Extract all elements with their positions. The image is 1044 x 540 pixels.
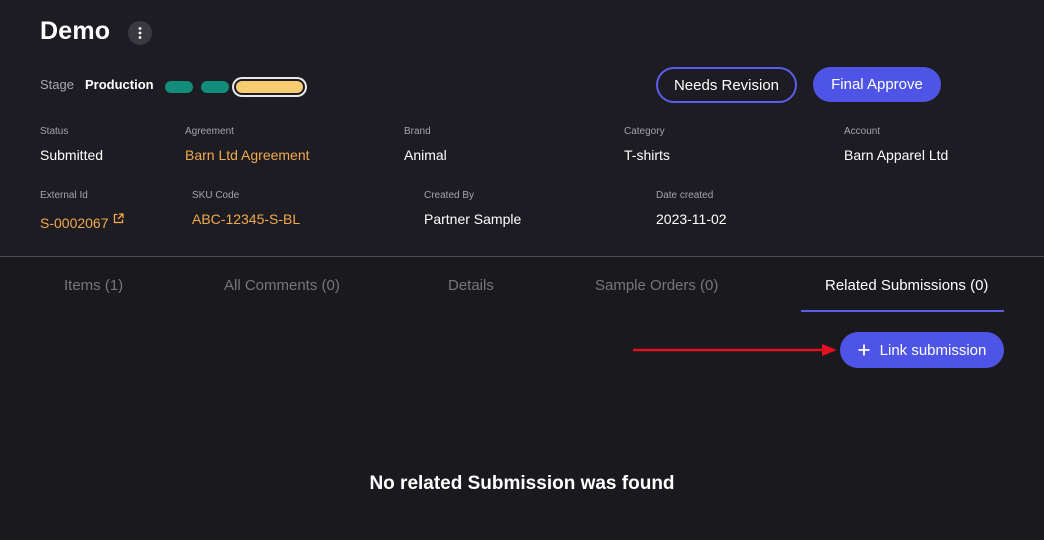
plus-icon: [858, 344, 870, 356]
field-account: Account Barn Apparel Ltd: [844, 126, 948, 164]
field-category: Category T-shirts: [624, 126, 670, 164]
link-submission-label: Link submission: [879, 341, 987, 359]
final-approve-button[interactable]: Final Approve: [813, 67, 941, 102]
field-agreement: Agreement Barn Ltd Agreement: [185, 126, 310, 164]
stage-value: Production: [85, 77, 154, 92]
field-status: Status Submitted: [40, 126, 103, 164]
agreement-link[interactable]: Barn Ltd Agreement: [185, 146, 310, 164]
link-submission-button[interactable]: Link submission: [840, 332, 1004, 368]
field-created-by: Created By Partner Sample: [424, 190, 521, 228]
field-value: Partner Sample: [424, 211, 522, 227]
field-value: Submitted: [40, 147, 104, 163]
stage-step-2: [201, 81, 229, 93]
stage-step-1: [165, 81, 193, 93]
tab-sample-orders[interactable]: Sample Orders (0): [595, 277, 718, 294]
field-value: Animal: [404, 147, 447, 163]
field-label: Category: [624, 126, 665, 137]
field-sku-code: SKU Code ABC-12345-S-BL: [192, 190, 300, 228]
field-value: T-shirts: [624, 147, 670, 163]
empty-state-message: No related Submission was found: [369, 473, 675, 494]
field-label: Created By: [424, 190, 475, 201]
external-id-link[interactable]: S-0002067: [40, 210, 124, 232]
more-vertical-icon: [138, 27, 142, 39]
stage-label: Stage: [40, 77, 74, 92]
field-value: 2023-11-02: [656, 211, 727, 227]
field-label: Account: [844, 126, 881, 137]
tab-related-submissions[interactable]: Related Submissions (0): [825, 277, 988, 294]
field-label: External Id: [40, 190, 88, 201]
stage-step-current: [236, 81, 303, 93]
tab-details[interactable]: Details: [448, 277, 494, 294]
tab-all-comments[interactable]: All Comments (0): [224, 277, 340, 294]
field-label: Brand: [404, 126, 431, 137]
field-label: Status: [40, 126, 69, 137]
field-label: Agreement: [185, 126, 234, 137]
sku-code-link[interactable]: ABC-12345-S-BL: [192, 210, 300, 228]
needs-revision-button[interactable]: Needs Revision: [656, 67, 797, 103]
field-external-id: External Id S-0002067: [40, 190, 124, 232]
page-title: Demo: [40, 17, 111, 45]
field-label: Date created: [656, 190, 714, 201]
field-date-created: Date created 2023-11-02: [656, 190, 727, 228]
field-label: SKU Code: [192, 190, 240, 201]
tab-items[interactable]: Items (1): [64, 277, 123, 294]
tab-content-area: Items (1) All Comments (0) Details Sampl…: [0, 257, 1044, 540]
field-brand: Brand Animal: [404, 126, 447, 164]
external-id-value[interactable]: S-0002067: [40, 215, 109, 231]
arrow-right-icon: [633, 344, 837, 356]
submission-header: Demo Stage Production Needs Revision Fin…: [0, 0, 1044, 256]
external-link-icon[interactable]: [113, 210, 124, 228]
more-options-button[interactable]: [128, 21, 152, 45]
field-value: Barn Apparel Ltd: [844, 147, 949, 163]
active-tab-indicator: [801, 310, 1004, 312]
